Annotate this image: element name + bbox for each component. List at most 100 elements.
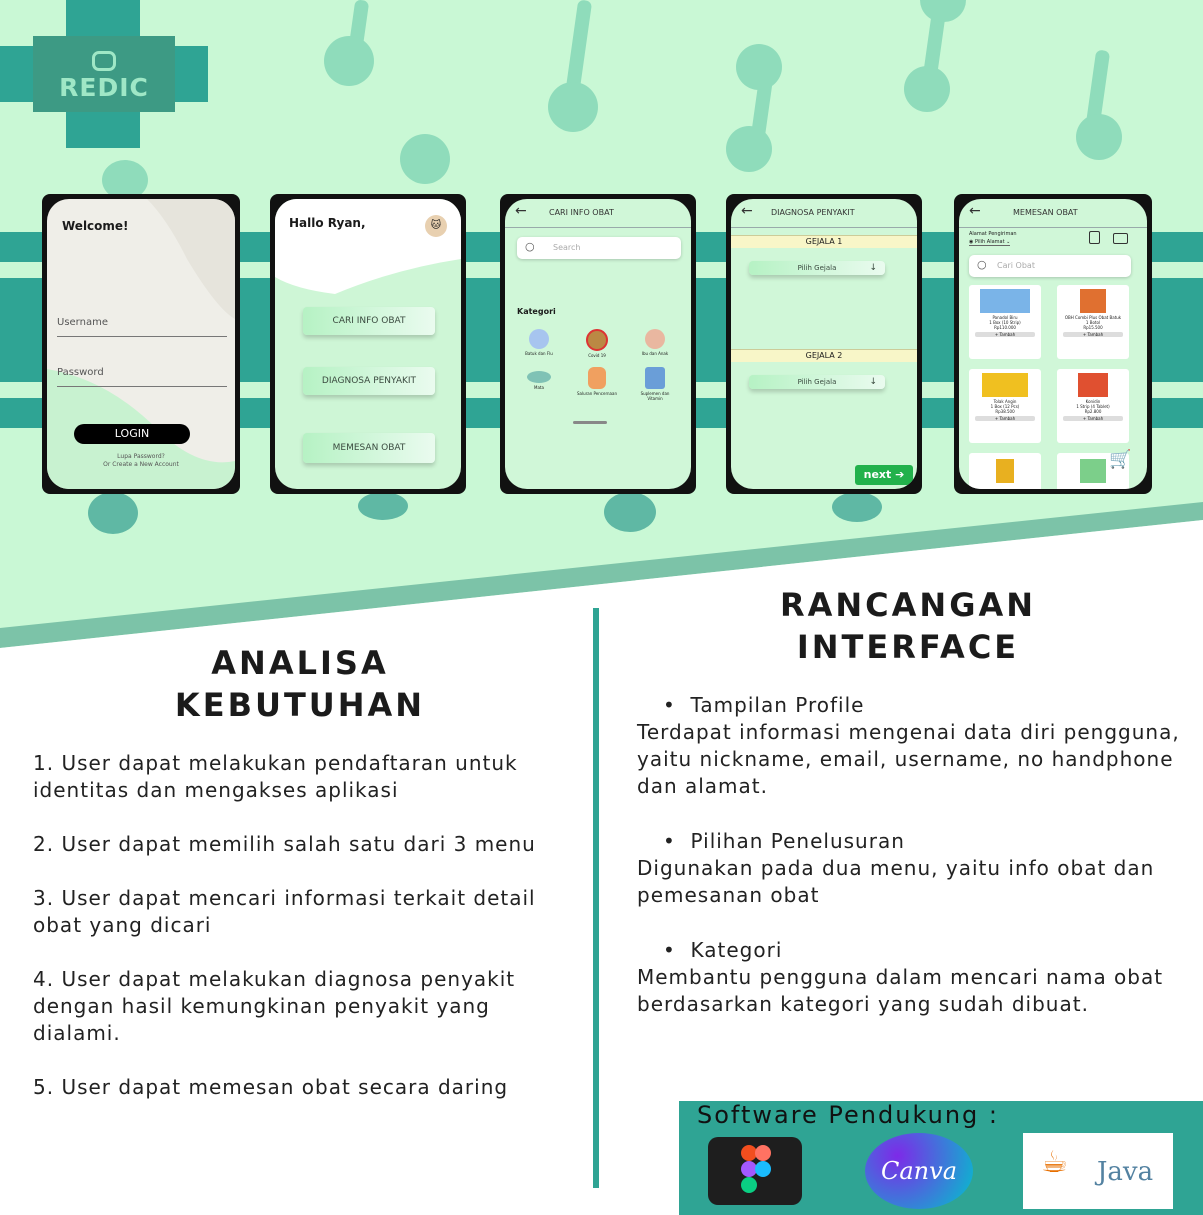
pilih-alamat-dropdown[interactable]: ◉ Pilih Alamat ⌄ xyxy=(969,239,1011,246)
add-button[interactable]: + Tambah xyxy=(1063,416,1123,421)
phone-login: Welcome! Username Password LOGIN Lupa Pa… xyxy=(42,194,240,494)
phone-info-obat: ← CARI INFO OBAT ○ Search Kategori Batuk… xyxy=(500,194,696,494)
login-shape xyxy=(47,199,235,489)
diag-header: ← DIAGNOSA PENYAKIT xyxy=(731,199,917,228)
product-card[interactable]: Panadol Biru 1 Box (10 Strip) Rp110.000 … xyxy=(969,285,1041,359)
bullet-text: Kategori xyxy=(690,938,783,962)
avatar[interactable]: 🐱 xyxy=(425,215,447,237)
phone-diagnosa: ← DIAGNOSA PENYAKIT GEJALA 1 Pilih Gejal… xyxy=(726,194,922,494)
figma-icon xyxy=(708,1137,802,1205)
forgot-password-link[interactable]: Lupa Password? xyxy=(47,453,235,460)
product-image xyxy=(982,373,1028,397)
add-button[interactable]: + Tambah xyxy=(975,332,1035,337)
password-field[interactable]: Password xyxy=(57,367,227,387)
category-pencernaan[interactable]: Saluran Pencernaan xyxy=(575,367,619,396)
pilih-gejala-2-dropdown[interactable]: Pilih Gejala ↓ xyxy=(749,375,885,389)
analisa-title-line2: KEBUTUHAN xyxy=(174,686,426,724)
create-account-link[interactable]: Or Create a New Account xyxy=(47,461,235,468)
product-price: Rp38.500 xyxy=(995,409,1015,414)
list-item: 1. User dapat melakukan pendaftaran untu… xyxy=(33,751,518,802)
order-title: MEMESAN OBAT xyxy=(1013,208,1078,217)
product-price: Rp15.500 xyxy=(1083,325,1103,330)
product-price: Rp110.000 xyxy=(994,325,1016,330)
diag-title: DIAGNOSA PENYAKIT xyxy=(771,208,855,217)
gejala-1-label: GEJALA 1 xyxy=(731,235,917,248)
add-button[interactable]: + Tambah xyxy=(975,416,1035,421)
alamat-label: Alamat Pengiriman xyxy=(969,231,1017,237)
next-label: next xyxy=(863,468,892,481)
section-bullet: • Kategori xyxy=(663,938,783,962)
list-item: 5. User dapat memesan obat secara daring xyxy=(33,1075,509,1099)
rancangan-list: • Tampilan Profile Terdapat informasi me… xyxy=(637,692,1187,1018)
pilih-alamat-label: Pilih Alamat xyxy=(974,239,1005,245)
list-item: 3. User dapat mencari informasi terkait … xyxy=(33,886,536,937)
section-text: Terdapat informasi mengenai data diri pe… xyxy=(637,720,1180,798)
section-bullet: • Pilihan Penelusuran xyxy=(663,829,905,853)
cart-icon[interactable]: 🛒 xyxy=(1109,449,1131,470)
info-title: CARI INFO OBAT xyxy=(549,208,614,217)
pilih-gejala-1-dropdown[interactable]: Pilih Gejala ↓ xyxy=(749,261,885,275)
product-card[interactable]: Tolak Angin 1 Box (12 Pcs) Rp38.500 + Ta… xyxy=(969,369,1041,443)
category-suplemen[interactable]: Suplemen dan Vitamin xyxy=(633,367,677,401)
login-title: Welcome! xyxy=(62,219,129,233)
category-mata[interactable]: Mata xyxy=(517,371,561,390)
product-image xyxy=(996,459,1014,483)
back-arrow-icon[interactable]: ← xyxy=(741,203,753,219)
add-button[interactable]: + Tambah xyxy=(1063,332,1123,337)
info-search-input[interactable]: ○ Search xyxy=(517,237,681,259)
lungs-icon xyxy=(529,329,549,349)
diagnosa-penyakit-button[interactable]: DIAGNOSA PENYAKIT xyxy=(303,367,435,395)
kategori-label: Kategori xyxy=(517,307,556,316)
category-label: Mata xyxy=(534,385,544,390)
product-card[interactable] xyxy=(969,453,1041,489)
stomach-icon xyxy=(588,367,606,389)
gejala-2-label: GEJALA 2 xyxy=(731,349,917,362)
vitamin-icon xyxy=(645,367,665,389)
dropdown-label: Pilih Gejala xyxy=(797,264,837,272)
canva-icon: Canva xyxy=(865,1133,973,1209)
software-title: Software Pendukung : xyxy=(697,1101,999,1129)
memesan-obat-button[interactable]: MEMESAN OBAT xyxy=(303,433,435,463)
coffee-cup-icon: ☕ xyxy=(1041,1145,1068,1180)
back-arrow-icon[interactable]: ← xyxy=(515,203,527,219)
username-field[interactable]: Username xyxy=(57,317,227,337)
category-batuk[interactable]: Batuk dan Flu xyxy=(517,329,561,356)
rancangan-title: RANCANGAN INTERFACE xyxy=(640,586,1176,666)
section-bullet: • Tampilan Profile xyxy=(663,693,865,717)
home-screen: Hallo Ryan, 🐱 CARI INFO OBAT DIAGNOSA PE… xyxy=(275,199,461,489)
category-label: Ibu dan Anak xyxy=(641,351,669,356)
login-button[interactable]: LOGIN xyxy=(74,424,190,444)
order-screen: ← MEMESAN OBAT Alamat Pengiriman ◉ Pilih… xyxy=(959,199,1147,489)
product-image xyxy=(1080,459,1106,483)
clipboard-icon[interactable] xyxy=(1089,231,1100,244)
back-arrow-icon[interactable]: ← xyxy=(969,203,981,219)
category-label: Covid 19 xyxy=(588,353,606,358)
scroll-indicator xyxy=(573,421,607,424)
rancangan-title-line2: INTERFACE xyxy=(796,628,1020,666)
cari-info-obat-button[interactable]: CARI INFO OBAT xyxy=(303,307,435,335)
analisa-title: ANALISA KEBUTUHAN xyxy=(40,644,560,724)
login-screen: Welcome! Username Password LOGIN Lupa Pa… xyxy=(47,199,235,489)
info-header: ← CARI INFO OBAT xyxy=(505,199,691,228)
list-item: 2. User dapat memilih salah satu dari 3 … xyxy=(33,832,536,856)
category-covid[interactable]: Covid 19 xyxy=(575,329,619,358)
product-image xyxy=(1080,289,1106,313)
info-screen: ← CARI INFO OBAT ○ Search Kategori Batuk… xyxy=(505,199,691,489)
order-search-input[interactable]: ○ Cari Obat xyxy=(969,255,1131,277)
diag-screen: ← DIAGNOSA PENYAKIT GEJALA 1 Pilih Gejal… xyxy=(731,199,917,489)
next-button[interactable]: next ➔ xyxy=(855,465,913,485)
phone-memesan: ← MEMESAN OBAT Alamat Pengiriman ◉ Pilih… xyxy=(954,194,1152,494)
product-price: Rp2.800 xyxy=(1084,409,1102,414)
arrow-right-icon: ➔ xyxy=(891,468,905,481)
mother-child-icon xyxy=(645,329,665,349)
greeting: Hallo Ryan, xyxy=(289,216,366,230)
category-ibu-anak[interactable]: Ibu dan Anak xyxy=(633,329,677,356)
analisa-title-line1: ANALISA xyxy=(211,644,389,682)
product-card[interactable]: Konidin 1 Strip (4 Tablet) Rp2.800 + Tam… xyxy=(1057,369,1129,443)
eye-icon xyxy=(527,371,551,383)
canva-label: Canva xyxy=(881,1157,957,1185)
card-icon[interactable] xyxy=(1113,233,1128,244)
product-card[interactable]: OBH Combi Plus Obat Batuk 1 Botol Rp15.5… xyxy=(1057,285,1129,359)
search-icon: ○ xyxy=(977,258,987,271)
dropdown-label: Pilih Gejala xyxy=(797,378,837,386)
